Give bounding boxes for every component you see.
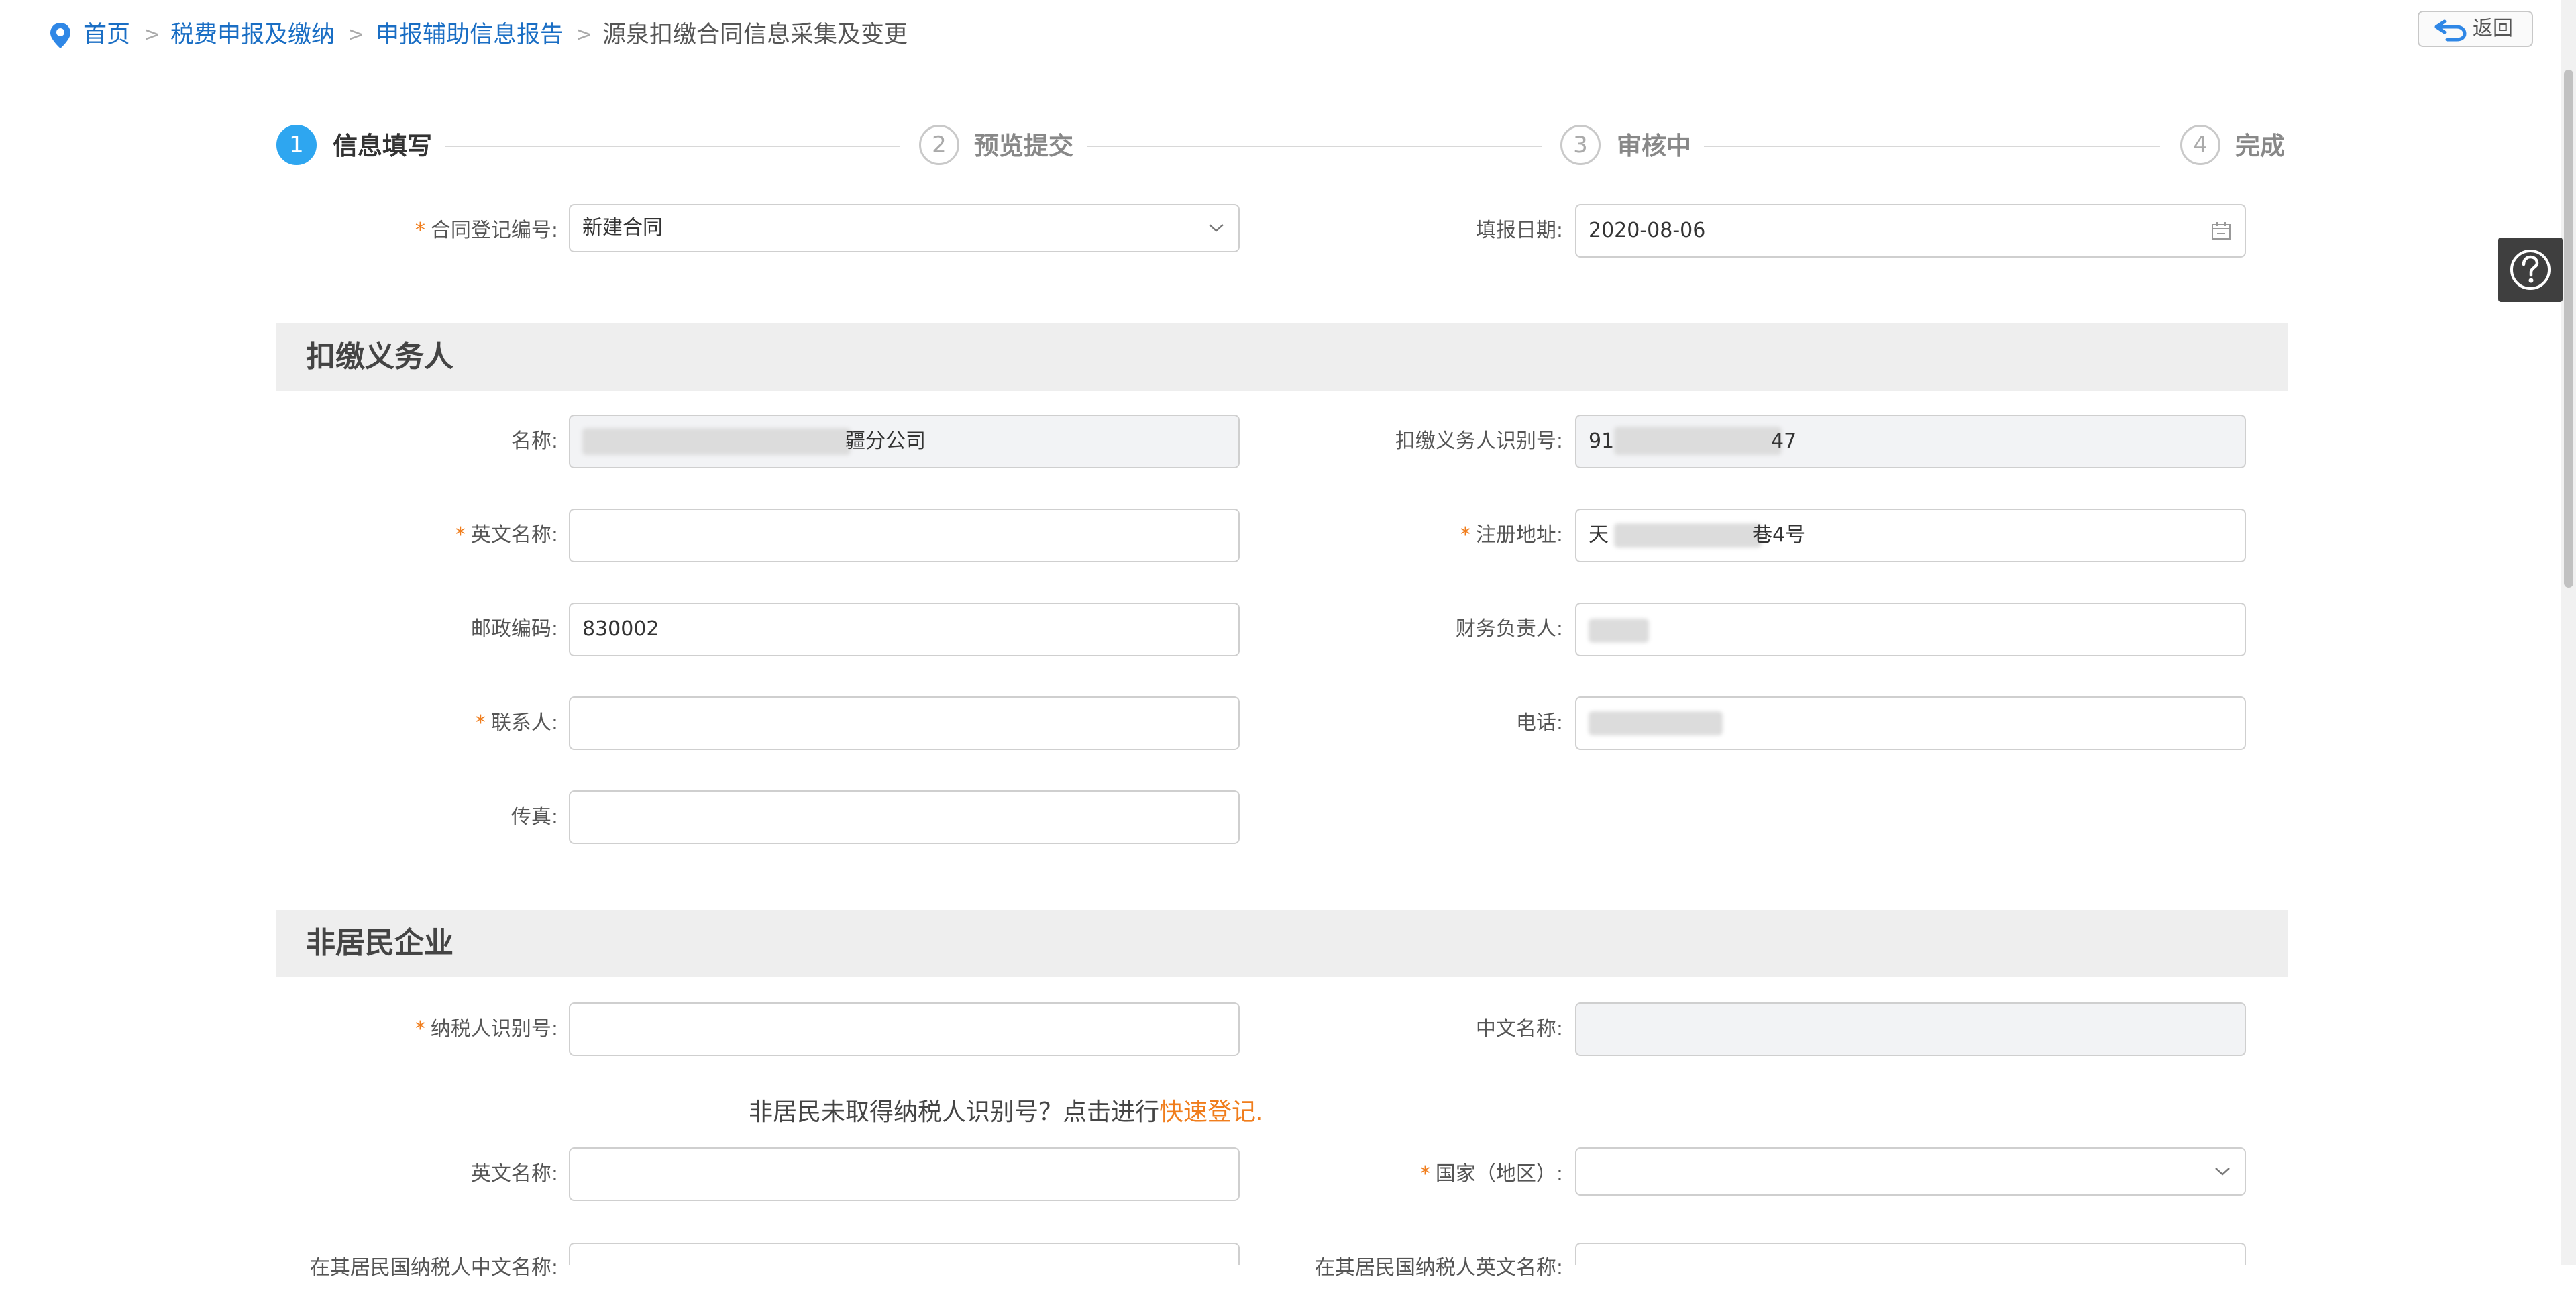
postcode-input[interactable]: 830002 — [569, 603, 1240, 656]
back-button-label: 返回 — [2473, 17, 2513, 40]
breadcrumb-tax-filing-link[interactable]: 税费申报及缴纳 — [170, 15, 335, 55]
redacted-block — [1614, 523, 1762, 548]
section-nonresident: 非居民企业 — [276, 910, 2288, 977]
chevron-down-icon — [2215, 1168, 2230, 1176]
finance-head-input[interactable] — [1575, 603, 2246, 656]
step-1-label: 信息填写 — [333, 132, 432, 160]
location-pin-icon — [50, 23, 70, 48]
redacted-block — [1589, 619, 1649, 643]
contract-no-label: * 合同登记编号: — [415, 219, 558, 242]
step-3-circle: 3 — [1560, 125, 1601, 165]
scrollbar-thumb[interactable] — [2564, 70, 2573, 588]
fax-input[interactable] — [569, 790, 1240, 844]
quick-register-link[interactable]: 快速登记. — [1159, 1098, 1263, 1126]
contact-label: * 联系人: — [475, 711, 558, 735]
country-label: * 国家（地区）: — [1419, 1162, 1563, 1186]
section-title: 扣缴义务人 — [306, 340, 453, 374]
step-connector — [1704, 146, 2160, 147]
return-arrow-icon — [2434, 19, 2467, 42]
country-select[interactable] — [1575, 1147, 2246, 1196]
redacted-block — [1614, 427, 1782, 455]
english-name-input[interactable] — [569, 509, 1240, 562]
resident-chinese-name-input[interactable] — [569, 1243, 1240, 1265]
step-connector — [1087, 146, 1542, 147]
breadcrumb-home-link[interactable]: 首页 — [83, 15, 130, 55]
redacted-block — [582, 428, 851, 455]
section-withholding-agent: 扣缴义务人 — [276, 323, 2288, 391]
quick-register-notice: 非居民未取得纳税人识别号？点击进行快速登记. — [749, 1098, 1264, 1126]
phone-label: 电话: — [1515, 711, 1563, 735]
step-connector — [445, 146, 900, 147]
reg-address-input[interactable]: 天 巷4号 — [1575, 509, 2246, 562]
breadcrumb-aux-report-link[interactable]: 申报辅助信息报告 — [376, 15, 564, 55]
chinese-name-field — [1575, 1002, 2246, 1056]
back-button[interactable]: 返回 — [2418, 11, 2533, 47]
step-1-circle: 1 — [276, 125, 317, 165]
taxpayer-id-label: * 纳税人识别号: — [415, 1017, 558, 1041]
redacted-block — [1589, 711, 1723, 735]
breadcrumb-separator: > — [144, 23, 161, 46]
english-name-label: * 英文名称: — [455, 523, 558, 547]
nonresident-english-name-label: 英文名称: — [470, 1162, 558, 1186]
resident-english-name-input[interactable] — [1575, 1243, 2246, 1265]
step-2-circle: 2 — [919, 125, 959, 165]
breadcrumb-separator: > — [347, 23, 365, 46]
chevron-down-icon — [1209, 224, 1224, 232]
reg-address-label: * 注册地址: — [1460, 523, 1563, 547]
chinese-name-label: 中文名称: — [1475, 1017, 1563, 1041]
contact-input[interactable] — [569, 696, 1240, 750]
agent-name-field: 疆分公司 — [569, 415, 1240, 468]
agent-id-field: 91 47 — [1575, 415, 2246, 468]
agent-id-label: 扣缴义务人识别号: — [1395, 429, 1563, 453]
nonresident-english-name-input[interactable] — [569, 1147, 1240, 1201]
phone-input[interactable] — [1575, 696, 2246, 750]
fill-date-input[interactable]: 2020-08-06 — [1575, 204, 2246, 258]
finance-head-label: 财务负责人: — [1455, 617, 1563, 641]
question-circle-icon — [2510, 250, 2551, 290]
step-3-label: 审核中 — [1617, 132, 1691, 160]
breadcrumb-current: 源泉扣缴合同信息采集及变更 — [602, 21, 908, 48]
calendar-icon — [2212, 222, 2231, 240]
step-4-label: 完成 — [2235, 132, 2285, 160]
breadcrumb-separator: > — [576, 23, 593, 46]
step-4-circle: 4 — [2180, 125, 2220, 165]
help-button[interactable] — [2498, 238, 2563, 302]
fill-date-label: 填报日期: — [1475, 219, 1563, 242]
contract-no-select[interactable]: 新建合同 — [569, 204, 1240, 252]
postcode-label: 邮政编码: — [470, 617, 558, 641]
step-2-label: 预览提交 — [974, 132, 1073, 160]
agent-name-label: 名称: — [511, 429, 558, 453]
fax-label: 传真: — [511, 805, 558, 829]
resident-english-name-label: 在其居民国纳税人英文名称: — [1314, 1256, 1563, 1280]
taxpayer-id-input[interactable] — [569, 1002, 1240, 1056]
section-title: 非居民企业 — [306, 926, 453, 960]
resident-chinese-name-label: 在其居民国纳税人中文名称: — [309, 1256, 558, 1280]
